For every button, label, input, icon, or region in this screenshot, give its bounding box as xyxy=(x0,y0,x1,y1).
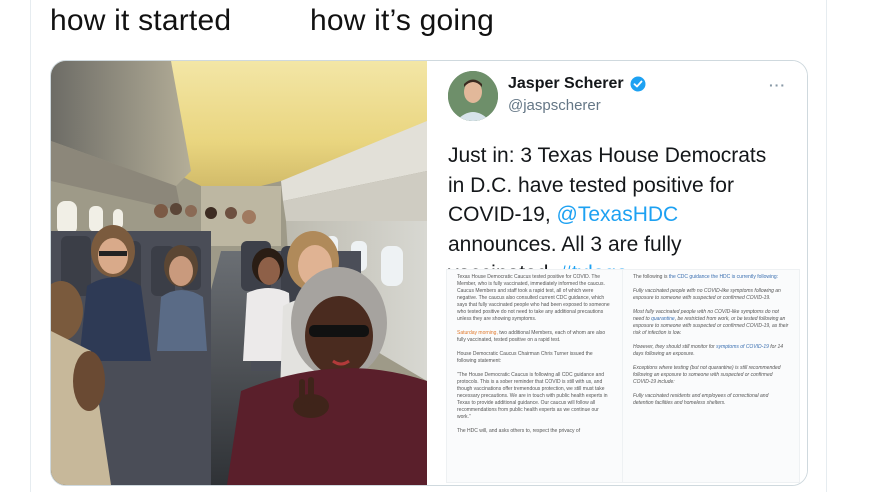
press-release-page-1[interactable]: Texas House Democratic Caucus tested pos… xyxy=(446,269,624,483)
press-release-page-2[interactable]: The following is the CDC guidance the HD… xyxy=(622,269,800,483)
airplane-cabin-photo[interactable] xyxy=(51,61,427,485)
author-handle[interactable]: @jaspscherer xyxy=(508,97,601,114)
doc-right-p4-text-a: However, they should still monitor for xyxy=(633,344,717,350)
tweet-media[interactable]: Jasper Scherer @jaspscherer ··· Just in:… xyxy=(50,60,808,486)
author-avatar[interactable] xyxy=(448,71,498,121)
author-name[interactable]: Jasper Scherer xyxy=(508,75,624,93)
more-options-icon[interactable]: ··· xyxy=(769,77,786,93)
doc-right-paragraph-3: Most fully vaccinated people with no COV… xyxy=(633,309,789,337)
caption-how-its-going: how it’s going xyxy=(310,4,495,37)
quarantine-link: quarantine xyxy=(651,316,675,322)
doc-right-paragraph-6: Fully vaccinated residents and employees… xyxy=(633,393,769,406)
timeline-border-left xyxy=(30,0,31,492)
caption-how-it-started: how it started xyxy=(50,4,232,37)
doc-right-paragraph-1: The following is the CDC guidance the HD… xyxy=(633,274,789,281)
doc-right-paragraph-2: Fully vaccinated people with no COVID-li… xyxy=(633,288,781,301)
doc-right-paragraph-5: Exceptions where testing (but not quaran… xyxy=(633,365,781,385)
embedded-tweet[interactable]: Jasper Scherer @jaspscherer ··· Just in:… xyxy=(428,61,807,485)
doc-left-paragraph-3: House Democratic Caucus Chairman Chris T… xyxy=(457,351,593,364)
verified-badge-icon xyxy=(630,76,646,92)
doc-left-paragraph-2: Saturday morning, two additional Members… xyxy=(457,330,613,344)
author-name-row[interactable]: Jasper Scherer xyxy=(508,75,646,93)
doc-left-paragraph-1: Texas House Democratic Caucus tested pos… xyxy=(457,274,610,322)
saturday-morning-highlight: Saturday morning, xyxy=(457,330,498,336)
doc-left-paragraph-4: “The House Democratic Caucus is followin… xyxy=(457,372,608,420)
cabin-photo-drawing xyxy=(51,61,427,485)
cdc-guidance-link: the CDC guidance the HDC is currently fo… xyxy=(668,274,779,280)
avatar-picture xyxy=(448,71,498,121)
mention-link[interactable]: @TexasHDC xyxy=(557,203,679,226)
tweet-text: Just in: 3 Texas House Democrats in D.C.… xyxy=(448,141,788,289)
doc-right-paragraph-4: However, they should still monitor for s… xyxy=(633,344,789,358)
timeline-border-right xyxy=(826,0,827,492)
doc-left-paragraph-5: The HDC will, and asks others to, respec… xyxy=(457,428,581,434)
symptoms-link: symptoms of COVID-19 xyxy=(716,344,769,350)
doc-right-p1-text: The following is xyxy=(633,274,669,280)
